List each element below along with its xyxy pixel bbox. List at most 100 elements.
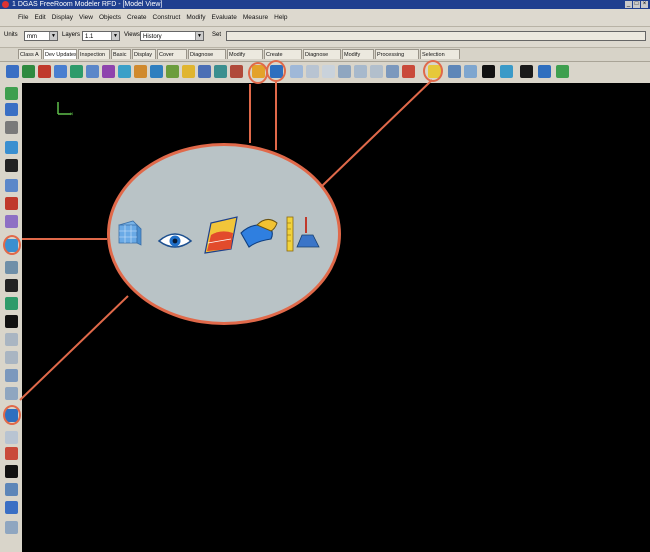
title-bar: 1 DGAS FreeRoom Modeler RFD - [Model Vie… — [0, 0, 650, 9]
tab-create[interactable]: Create — [264, 49, 302, 59]
extend-tool-icon[interactable] — [118, 65, 131, 78]
edit-tool-icon[interactable] — [386, 65, 399, 78]
blend-tool-icon[interactable] — [54, 65, 67, 78]
camera-icon[interactable] — [5, 159, 18, 172]
shade-icon[interactable] — [5, 387, 18, 400]
window-controls: _ □ × — [625, 1, 648, 8]
tab-diagnose-2[interactable]: Diagnose — [303, 49, 341, 59]
highlight-ring-cube — [3, 235, 21, 255]
menu-edit[interactable]: Edit — [34, 14, 45, 21]
spline-tool-icon[interactable] — [370, 65, 383, 78]
clip-icon[interactable] — [5, 351, 18, 364]
menu-view[interactable]: View — [79, 14, 93, 21]
minimize-button[interactable]: _ — [625, 1, 632, 8]
trim-tool-icon[interactable] — [102, 65, 115, 78]
tab-cover[interactable]: Cover — [157, 49, 187, 59]
point-tool-icon[interactable] — [306, 65, 319, 78]
app-icon — [2, 1, 9, 8]
material-tool-icon[interactable] — [538, 65, 551, 78]
offset-tool-icon[interactable] — [86, 65, 99, 78]
main-toolbar — [0, 62, 650, 84]
tab-display[interactable]: Display — [132, 49, 156, 59]
units-select[interactable]: mm ▼ — [24, 31, 58, 41]
new-file-icon[interactable] — [5, 87, 18, 100]
lighting-tool-icon[interactable] — [500, 65, 513, 78]
highlight-ring-blend — [266, 60, 286, 82]
menu-construct[interactable]: Construct — [153, 14, 181, 21]
brush-icon[interactable] — [5, 447, 18, 460]
pan-icon[interactable] — [5, 179, 18, 192]
snap-icon[interactable] — [5, 315, 18, 328]
menu-bar: File Edit Display View Objects Create Co… — [0, 9, 650, 27]
units-label: Units — [4, 32, 18, 38]
tab-class-a[interactable]: Class A — [18, 49, 42, 59]
set-field[interactable] — [226, 31, 646, 41]
measure-tool-icon[interactable] — [448, 65, 461, 78]
menu-help[interactable]: Help — [274, 14, 287, 21]
grid-icon[interactable] — [5, 297, 18, 310]
svg-text:×: × — [70, 112, 74, 118]
tab-inspection[interactable]: Inspection — [78, 49, 110, 59]
tab-selection[interactable]: Selection — [420, 49, 460, 59]
select-tool-icon[interactable] — [6, 65, 19, 78]
maximize-button[interactable]: □ — [633, 1, 640, 8]
surface-tool-icon[interactable] — [38, 65, 51, 78]
close-button[interactable]: × — [641, 1, 648, 8]
views-label: Views — [124, 32, 140, 38]
tab-dev-updates[interactable]: Dev Updates — [43, 49, 77, 59]
delete-tool-icon[interactable] — [402, 65, 415, 78]
surface-analysis-icon — [204, 216, 238, 254]
split-tool-icon[interactable] — [230, 65, 243, 78]
render-tool-icon[interactable] — [464, 65, 477, 78]
light-icon[interactable] — [5, 369, 18, 382]
globe-icon[interactable] — [5, 141, 18, 154]
layers-select[interactable]: 1.1 ▼ — [82, 31, 120, 41]
project-tool-icon[interactable] — [150, 65, 163, 78]
menu-create[interactable]: Create — [127, 14, 147, 21]
zoom-callout — [107, 143, 341, 325]
curve-tool-icon[interactable] — [22, 65, 35, 78]
layer-icon[interactable] — [5, 279, 18, 292]
views-select[interactable]: History ▼ — [140, 31, 204, 41]
save-icon[interactable] — [5, 121, 18, 134]
tab-diagnose[interactable]: Diagnose — [188, 49, 226, 59]
menu-objects[interactable]: Objects — [99, 14, 121, 21]
chevron-down-icon: ▼ — [111, 32, 119, 40]
menu-evaluate[interactable]: Evaluate — [212, 14, 237, 21]
menu-display[interactable]: Display — [52, 14, 73, 21]
rotate-tool-icon[interactable] — [198, 65, 211, 78]
menu-file[interactable]: File — [18, 14, 28, 21]
magnify-icon[interactable] — [5, 483, 18, 496]
info-icon[interactable] — [5, 501, 18, 514]
circle-tool-icon[interactable] — [354, 65, 367, 78]
highlight-ring-probe — [423, 60, 443, 82]
scale-tool-icon[interactable] — [214, 65, 227, 78]
export-tool-icon[interactable] — [556, 65, 569, 78]
background-tool-icon[interactable] — [482, 65, 495, 78]
loft-tool-icon[interactable] — [182, 65, 195, 78]
mirror-tool-icon[interactable] — [134, 65, 147, 78]
settings-icon[interactable] — [5, 521, 18, 534]
line-tool-icon[interactable] — [322, 65, 335, 78]
sweep-tool-icon[interactable] — [166, 65, 179, 78]
tab-processing[interactable]: Processing — [375, 49, 419, 59]
hide-icon[interactable] — [5, 431, 18, 444]
fillet-tool-icon[interactable] — [70, 65, 83, 78]
layers-label: Layers — [62, 32, 81, 38]
rotate-view-icon[interactable] — [5, 215, 18, 228]
black-icon[interactable] — [5, 465, 18, 478]
zoom-tool-icon[interactable] — [5, 197, 18, 210]
menu-modify[interactable]: Modify — [186, 14, 205, 21]
open-file-icon[interactable] — [5, 103, 18, 116]
views-value: History — [143, 34, 162, 40]
shading-tool-icon[interactable] — [520, 65, 533, 78]
tab-basic[interactable]: Basic — [111, 49, 131, 59]
tab-modify-2[interactable]: Modify — [342, 49, 374, 59]
sketch-tool-icon[interactable] — [290, 65, 303, 78]
section-icon[interactable] — [5, 333, 18, 346]
chevron-down-icon: ▼ — [49, 32, 57, 40]
tab-modify[interactable]: Modify — [227, 49, 263, 59]
fit-view-icon[interactable] — [5, 261, 18, 274]
arc-tool-icon[interactable] — [338, 65, 351, 78]
menu-measure[interactable]: Measure — [243, 14, 268, 21]
